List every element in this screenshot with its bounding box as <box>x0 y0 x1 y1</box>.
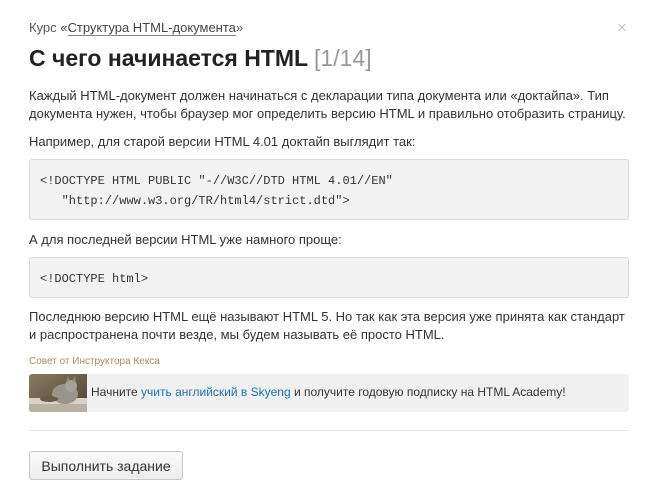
intro-paragraph: Каждый HTML-документ должен начинаться с… <box>29 88 626 121</box>
instructor-cat-avatar <box>29 374 87 412</box>
close-icon[interactable]: × <box>617 19 627 36</box>
code-block-html5: <!DOCTYPE html> <box>29 257 629 298</box>
tip-text-before: Начните <box>91 385 142 399</box>
page-title: С чего начинается HTML [1/14] <box>29 45 372 72</box>
divider <box>29 430 629 431</box>
html5-note-paragraph: Последнюю версию HTML ещё называют HTML … <box>29 309 625 342</box>
tip-banner: Начните учить английский в Skyeng и полу… <box>29 374 629 412</box>
tip-text: Начните учить английский в Skyeng и полу… <box>91 385 566 399</box>
submit-task-button[interactable]: Выполнить задание <box>29 451 183 480</box>
course-prefix: Курс « <box>29 20 68 35</box>
course-breadcrumb: Курс «Структура HTML-документа» <box>29 20 244 36</box>
tip-label: Совет от Инструктора Кекса <box>29 356 160 367</box>
html5-paragraph: А для последней версии HTML уже намного … <box>29 232 342 247</box>
code-block-html4: <!DOCTYPE HTML PUBLIC "-//W3C//DTD HTML … <box>29 159 629 220</box>
title-text: С чего начинается HTML <box>29 45 308 71</box>
step-counter: [1/14] <box>314 45 372 71</box>
course-link[interactable]: Структура HTML-документа <box>67 20 236 36</box>
course-suffix: » <box>235 20 244 35</box>
tip-link-skyeng[interactable]: учить английский в Skyeng <box>141 385 291 399</box>
tip-text-after: и получите годовую подписку на HTML Acad… <box>290 385 566 399</box>
example-paragraph: Например, для старой версии HTML 4.01 до… <box>29 134 416 149</box>
